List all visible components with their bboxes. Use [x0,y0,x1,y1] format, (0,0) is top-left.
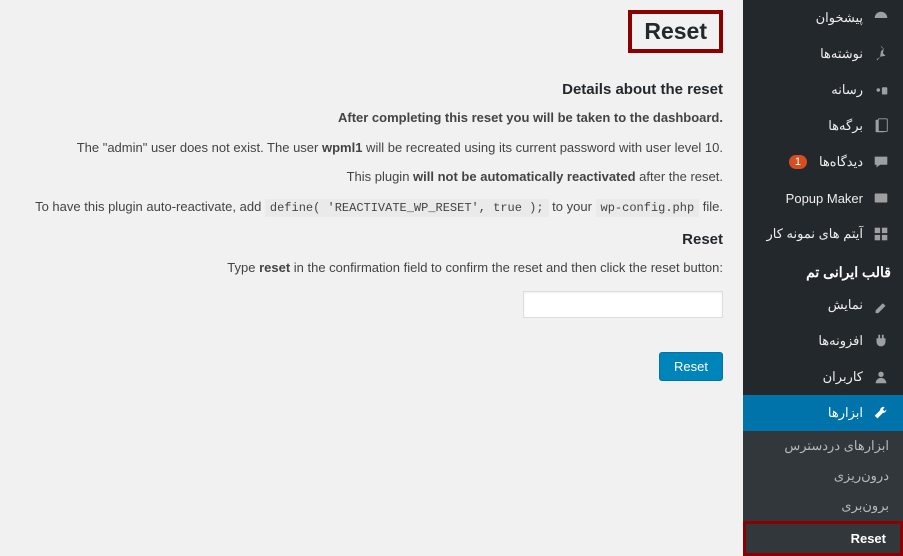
sidebar-item-comments[interactable]: دیدگاه‌ها 1 [743,144,903,180]
users-icon [871,367,891,387]
submenu-available-tools[interactable]: ابزارهای دردسترس [743,431,903,461]
sidebar-item-users[interactable]: کاربران [743,359,903,395]
sidebar-item-plugins[interactable]: افزونه‌ها [743,323,903,359]
pin-icon [871,44,891,64]
detail-line-2: The "admin" user does not exist. The use… [20,138,723,158]
sidebar-item-label: رسانه [831,82,863,98]
page-title-box: Reset [628,10,723,53]
sidebar-item-pages[interactable]: برگه‌ها [743,108,903,144]
sidebar-item-media[interactable]: رسانه [743,72,903,108]
submenu-reset[interactable]: Reset [743,521,903,556]
admin-sidebar: پیشخوان نوشته‌ها رسانه برگه‌ها دیدگاه‌ها… [743,0,903,553]
sidebar-item-label: Popup Maker [786,191,863,206]
dashboard-icon [871,8,891,28]
sidebar-item-label: دیدگاه‌ها [819,154,863,170]
sidebar-item-label: کاربران [823,369,863,385]
media-icon [871,80,891,100]
plugin-icon [871,331,891,351]
detail-line-4: To have this plugin auto-reactivate, add… [20,197,723,217]
portfolio-icon [871,224,891,244]
sidebar-item-label: ابزارها [828,405,863,421]
submenu-export[interactable]: برون‌بری [743,491,903,521]
detail-line-1: After completing this reset you will be … [20,108,723,128]
sidebar-item-label: پیشخوان [816,10,863,26]
confirm-instruction: Type reset in the confirmation field to … [20,258,723,278]
confirm-input[interactable] [523,291,723,318]
sidebar-item-label: افزونه‌ها [818,333,863,349]
sidebar-item-popup[interactable]: Popup Maker [743,180,903,216]
sidebar-item-appearance[interactable]: نمایش [743,287,903,323]
tools-submenu: ابزارهای دردسترس درون‌ریزی برون‌بری Rese… [743,431,903,556]
comment-count-badge: 1 [789,155,807,169]
reset-button[interactable]: Reset [659,352,723,381]
sidebar-section-heading: قالب ایرانی تم [743,252,903,287]
reset-heading: Reset [20,231,723,248]
sidebar-item-tools[interactable]: ابزارها [743,395,903,431]
page-title: Reset [644,18,707,45]
sidebar-item-posts[interactable]: نوشته‌ها [743,36,903,72]
comment-icon [871,152,891,172]
sidebar-item-dashboard[interactable]: پیشخوان [743,0,903,36]
sidebar-item-label: نوشته‌ها [820,46,863,62]
details-heading: Details about the reset [20,81,723,98]
detail-line-3: This plugin will not be automatically re… [20,167,723,187]
appearance-icon [871,295,891,315]
page-icon [871,116,891,136]
confirm-input-wrapper [20,291,723,318]
popup-icon [871,188,891,208]
main-content: Reset Details about the reset After comp… [0,0,743,391]
sidebar-item-label: برگه‌ها [828,118,863,134]
submenu-import[interactable]: درون‌ریزی [743,461,903,491]
sidebar-item-portfolio[interactable]: آیتم های نمونه کار [743,216,903,252]
sidebar-item-label: آیتم های نمونه کار [767,226,864,242]
sidebar-item-label: نمایش [828,297,863,313]
tools-icon [871,403,891,423]
